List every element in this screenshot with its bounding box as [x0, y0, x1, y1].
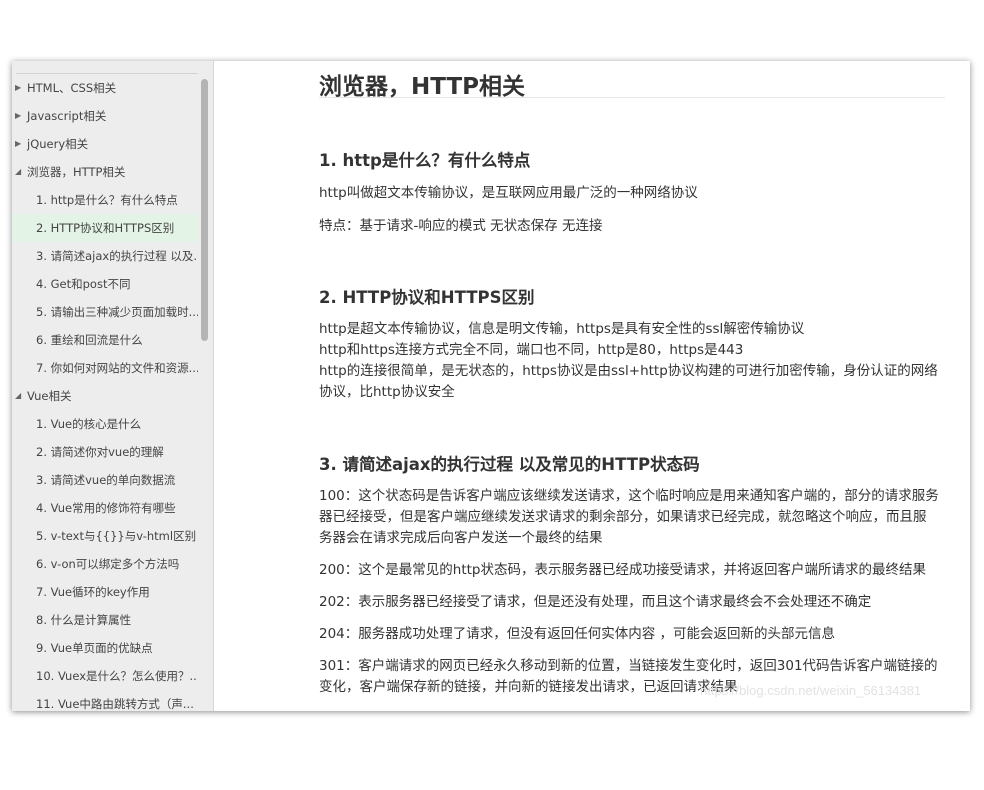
sidebar-divider [16, 61, 205, 74]
outline-item-label: 10. Vuex是什么？怎么使用？... [36, 669, 198, 683]
outline-item-label: 5. v-text与{{}}与v-html区别 [36, 529, 197, 543]
page-title: 浏览器，HTTP相关 [319, 61, 945, 100]
outline-item-vue-key[interactable]: 7. Vue循环的key作用 [12, 578, 198, 606]
outline-item-spa[interactable]: 9. Vue单页面的优缺点 [12, 634, 198, 662]
outline-item-site-resources[interactable]: 7. 你如何对网站的文件和资源... [12, 354, 198, 382]
outline-item-label: 1. http是什么？有什么特点 [36, 193, 178, 207]
outline-item-label: 1. Vue的核心是什么 [36, 417, 142, 431]
outline-item-label: 4. Get和post不同 [36, 277, 131, 291]
outline-item-html-css[interactable]: ▶ HTML、CSS相关 [12, 74, 198, 102]
expand-triangle-icon[interactable]: ▶ [15, 74, 24, 102]
expand-triangle-icon[interactable]: ▶ [15, 102, 24, 130]
paragraph: http是超文本传输协议，信息是明文传输，https是具有安全性的ssl解密传输… [319, 321, 805, 337]
outline-item-label: 6. 重绘和回流是什么 [36, 333, 143, 347]
outline-item-vue-understanding[interactable]: 2. 请简述你对vue的理解 [12, 438, 198, 466]
document-content: 浏览器，HTTP相关 1. http是什么？有什么特点 http叫做超文本传输协… [214, 61, 970, 711]
outline-item-label: 浏览器，HTTP相关 [27, 165, 126, 179]
sidebar-scroll-thumb[interactable] [201, 79, 208, 341]
watermark: https://blog.csdn.net/weixin_56134381 [700, 683, 922, 698]
outline-item-vue-dataflow[interactable]: 3. 请简述vue的单向数据流 [12, 466, 198, 494]
paragraph: 204：服务器成功处理了请求，但没有返回任何实体内容 ，可能会返回新的头部元信息 [319, 626, 836, 642]
section-heading: 1. http是什么？有什么特点 [319, 151, 531, 170]
outline-item-http-what[interactable]: 1. http是什么？有什么特点 [12, 186, 198, 214]
outline-item-repaint-reflow[interactable]: 6. 重绘和回流是什么 [12, 326, 198, 354]
outline-list: ▶ HTML、CSS相关 ▶ Javascript相关 ▶ jQuery相关 ◢ 浏览器… [12, 74, 198, 711]
outline-item-label: 2. 请简述你对vue的理解 [36, 445, 164, 459]
outline-item-label: 9. Vue单页面的优缺点 [36, 641, 153, 655]
paragraph: 202：表示服务器已经接受了请求，但是还没有处理，而且这个请求最终会不会处理还不… [319, 594, 872, 610]
collapse-triangle-icon[interactable]: ◢ [15, 382, 24, 410]
app-window: ▶ HTML、CSS相关 ▶ Javascript相关 ▶ jQuery相关 ◢ 浏览器… [12, 61, 970, 711]
paragraph: http叫做超文本传输协议，是互联网应用最广泛的一种网络协议 [319, 185, 698, 201]
outline-item-label: jQuery相关 [27, 137, 89, 151]
outline-item-computed[interactable]: 8. 什么是计算属性 [12, 606, 198, 634]
outline-item-jquery[interactable]: ▶ jQuery相关 [12, 130, 198, 158]
expand-triangle-icon[interactable]: ▶ [15, 130, 24, 158]
outline-item-label: 6. v-on可以绑定多个方法吗 [36, 557, 180, 571]
outline-item-label: 3. 请简述ajax的执行过程 以及... [36, 249, 198, 263]
paragraph: 特点：基于请求-响应的模式 无状态保存 无连接 [319, 218, 603, 234]
section-heading: 2. HTTP协议和HTTPS区别 [319, 288, 535, 307]
sidebar-scrollbar[interactable] [198, 61, 213, 711]
outline-item-label: 7. 你如何对网站的文件和资源... [36, 361, 198, 375]
outline-item-vue-core[interactable]: 1. Vue的核心是什么 [12, 410, 198, 438]
outline-item-label: 5. 请输出三种减少页面加载时... [36, 305, 198, 319]
outline-item-label: HTML、CSS相关 [27, 81, 117, 95]
outline-item-label: 11. Vue中路由跳转方式（声... [36, 697, 194, 711]
outline-item-label: 7. Vue循环的key作用 [36, 585, 150, 599]
outline-item-javascript[interactable]: ▶ Javascript相关 [12, 102, 198, 130]
outline-item-label: Javascript相关 [27, 109, 107, 123]
outline-item-label: 4. Vue常用的修饰符有哪些 [36, 501, 176, 515]
outline-item-get-post[interactable]: 4. Get和post不同 [12, 270, 198, 298]
outline-item-vue[interactable]: ◢ Vue相关 [12, 382, 198, 410]
outline-sidebar: ▶ HTML、CSS相关 ▶ Javascript相关 ▶ jQuery相关 ◢ 浏览器… [12, 61, 214, 711]
collapse-triangle-icon[interactable]: ◢ [15, 158, 24, 186]
outline-item-vue-modifiers[interactable]: 4. Vue常用的修饰符有哪些 [12, 494, 198, 522]
paragraph: http和https连接方式完全不同，端口也不同，http是80，https是4… [319, 342, 744, 358]
outline-item-label: Vue相关 [27, 389, 72, 403]
article: 浏览器，HTTP相关 1. http是什么？有什么特点 http叫做超文本传输协… [319, 61, 945, 695]
outline-item-label: 2. HTTP协议和HTTPS区别 [36, 221, 175, 235]
outline-item-vue-router[interactable]: 11. Vue中路由跳转方式（声... [12, 690, 198, 711]
outline-item-von[interactable]: 6. v-on可以绑定多个方法吗 [12, 550, 198, 578]
paragraph: http的连接很简单，是无状态的，https协议是由ssl+http协议构建的可… [319, 363, 938, 400]
outline-item-browser-http[interactable]: ◢ 浏览器，HTTP相关 [12, 158, 198, 186]
outline-item-ajax[interactable]: 3. 请简述ajax的执行过程 以及... [12, 242, 198, 270]
outline-item-vuex[interactable]: 10. Vuex是什么？怎么使用？... [12, 662, 198, 690]
paragraph: 200：这个是最常见的http状态码，表示服务器已经成功接受请求，并将返回客户端… [319, 562, 926, 578]
outline-item-http-https[interactable]: 2. HTTP协议和HTTPS区别 [12, 214, 198, 242]
outline-item-label: 8. 什么是计算属性 [36, 613, 132, 627]
section-heading: 3. 请简述ajax的执行过程 以及常见的HTTP状态码 [319, 455, 700, 474]
outline-item-vtext-vhtml[interactable]: 5. v-text与{{}}与v-html区别 [12, 522, 198, 550]
outline-item-label: 3. 请简述vue的单向数据流 [36, 473, 176, 487]
paragraph: 100：这个状态码是告诉客户端应该继续发送请求，这个临时响应是用来通知客户端的，… [319, 488, 939, 546]
outline-item-page-load[interactable]: 5. 请输出三种减少页面加载时... [12, 298, 198, 326]
